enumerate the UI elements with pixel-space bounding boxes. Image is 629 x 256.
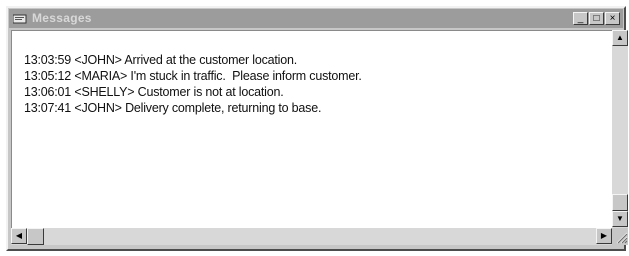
- message-time: 13:05:12: [24, 69, 72, 83]
- message-text: I'm stuck in traffic. Please inform cust…: [130, 69, 362, 83]
- vertical-scrollbar[interactable]: ▲ ▼: [612, 30, 628, 245]
- resize-grip-icon[interactable]: [612, 228, 628, 245]
- message-time: 13:06:01: [24, 85, 72, 99]
- message-sender: <SHELLY>: [74, 85, 135, 99]
- message-text: Delivery complete, returning to base.: [125, 101, 322, 115]
- horizontal-scrollbar[interactable]: ◀ ▶: [11, 228, 612, 245]
- title-bar[interactable]: Messages _ □ ×: [9, 9, 623, 28]
- window-title: Messages: [32, 11, 92, 25]
- message-sender: <JOHN>: [74, 53, 122, 67]
- scroll-left-arrow-icon[interactable]: ◀: [11, 228, 27, 244]
- close-button[interactable]: ×: [605, 12, 620, 25]
- message-sender: <JOHN>: [74, 101, 122, 115]
- message-text: Arrived at the customer location.: [124, 53, 298, 67]
- message-row: 13:06:01 <SHELLY> Customer is not at loc…: [24, 84, 362, 100]
- scroll-down-arrow-icon[interactable]: ▼: [612, 211, 628, 227]
- message-text: Customer is not at location.: [137, 85, 284, 99]
- message-log[interactable]: 13:03:59 <JOHN> Arrived at the customer …: [11, 30, 612, 228]
- messages-window: Messages _ □ × 13:03:59 <JOHN> Arrived a…: [6, 6, 628, 251]
- horizontal-scroll-thumb[interactable]: [27, 228, 44, 245]
- maximize-button[interactable]: □: [589, 12, 604, 25]
- message-list: 13:03:59 <JOHN> Arrived at the customer …: [24, 52, 362, 116]
- scroll-right-arrow-icon[interactable]: ▶: [596, 228, 612, 244]
- app-icon: [13, 14, 27, 24]
- message-sender: <MARIA>: [74, 69, 128, 83]
- message-time: 13:03:59: [24, 53, 72, 67]
- scroll-up-arrow-icon[interactable]: ▲: [612, 30, 628, 46]
- vertical-scroll-thumb[interactable]: [612, 194, 628, 211]
- message-row: 13:03:59 <JOHN> Arrived at the customer …: [24, 52, 362, 68]
- message-row: 13:05:12 <MARIA> I'm stuck in traffic. P…: [24, 68, 362, 84]
- minimize-button[interactable]: _: [573, 12, 588, 25]
- message-time: 13:07:41: [24, 101, 72, 115]
- size-grip-lines: [616, 232, 628, 244]
- message-row: 13:07:41 <JOHN> Delivery complete, retur…: [24, 100, 362, 116]
